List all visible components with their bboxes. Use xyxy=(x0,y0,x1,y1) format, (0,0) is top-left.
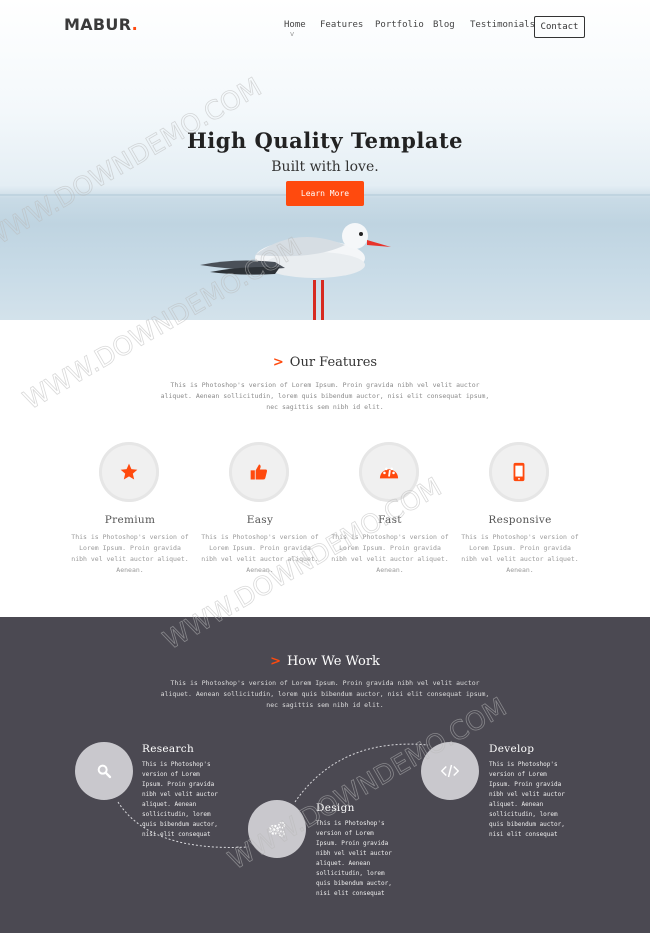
chevron-right-icon: > xyxy=(272,355,284,370)
easy-title: Easy xyxy=(246,514,274,526)
easy-feature-circle xyxy=(229,442,289,502)
research-text: This is Photoshop's version of Lorem Ips… xyxy=(142,761,218,838)
responsive-text: This is Photoshop's version of Lorem Ips… xyxy=(461,533,579,574)
fast-title: Fast xyxy=(378,514,402,526)
research-step-circle xyxy=(75,742,133,800)
dashboard-icon xyxy=(379,467,399,479)
hero-subtitle: Built with love. xyxy=(271,159,379,175)
features-title: > Our Features xyxy=(272,355,378,370)
seagull-image xyxy=(200,223,391,320)
easy-text: This is Photoshop's version of Lorem Ips… xyxy=(201,533,319,574)
develop-title: Develop xyxy=(489,743,535,755)
research-title: Research xyxy=(142,743,195,755)
how-we-work-section: > How We Work This is Photoshop's version… xyxy=(0,617,650,933)
code-icon xyxy=(441,764,459,778)
star-icon xyxy=(120,463,138,480)
contact-button[interactable]: Contact xyxy=(534,16,585,38)
responsive-feature-circle xyxy=(489,442,549,502)
hero-title: High Quality Template xyxy=(186,128,464,153)
fast-text: This is Photoshop's version of Lorem Ips… xyxy=(331,533,449,574)
premium-text: This is Photoshop's version of Lorem Ips… xyxy=(71,533,189,574)
responsive-title: Responsive xyxy=(488,514,552,526)
design-step-circle xyxy=(248,800,306,858)
hero-section: MABUR. Home v Features Portfolio Blog Te… xyxy=(0,0,650,320)
nav-features[interactable]: Features xyxy=(320,20,363,30)
nav-portfolio[interactable]: Portfolio xyxy=(375,20,424,30)
features-description: This is Photoshop's version of Lorem Ips… xyxy=(160,381,490,411)
logo[interactable]: MABUR. xyxy=(64,15,138,34)
thumbs-up-icon xyxy=(250,464,267,480)
premium-title: Premium xyxy=(104,514,156,526)
develop-text: This is Photoshop's version of Lorem Ips… xyxy=(489,761,565,838)
search-icon xyxy=(97,764,112,779)
nav-home[interactable]: Home xyxy=(284,20,306,30)
mobile-icon xyxy=(513,462,525,482)
develop-step-circle xyxy=(421,742,479,800)
nav-testimonials[interactable]: Testimonials xyxy=(470,20,535,30)
fast-feature-circle xyxy=(359,442,419,502)
gears-icon xyxy=(268,821,286,837)
premium-feature-circle xyxy=(99,442,159,502)
chevron-down-icon: v xyxy=(290,30,295,38)
learn-more-button[interactable]: Learn More xyxy=(286,181,364,206)
nav-blog[interactable]: Blog xyxy=(433,20,455,30)
design-text: This is Photoshop's version of Lorem Ips… xyxy=(316,820,392,897)
design-title: Design xyxy=(316,802,355,814)
